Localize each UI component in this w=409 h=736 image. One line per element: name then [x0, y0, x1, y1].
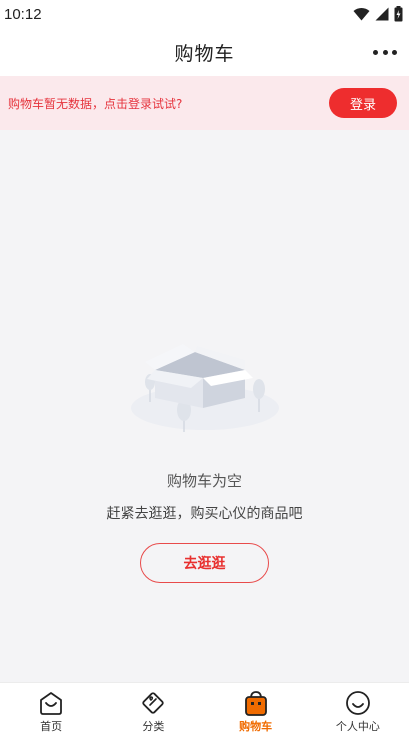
login-button[interactable]: 登录 [329, 88, 397, 118]
tab-category[interactable]: 分类 [102, 683, 204, 736]
login-banner: 购物车暂无数据，点击登录试试? 登录 [0, 76, 409, 130]
more-dot-icon [373, 49, 378, 55]
tab-label: 分类 [142, 720, 165, 733]
more-dot-icon [382, 49, 388, 55]
bottom-tab-bar: 首页 分类 购物车 个人中心 [0, 682, 409, 736]
home-icon [40, 692, 63, 715]
tab-label: 购物车 [239, 720, 273, 733]
empty-cart-subtitle: 赶紧去逛逛，购买心仪的商品吧 [106, 506, 303, 522]
cart-icon [244, 691, 267, 716]
tab-home[interactable]: 首页 [0, 683, 102, 736]
tab-label: 首页 [40, 720, 63, 733]
signal-icon [375, 7, 389, 21]
status-time: 10:12 [4, 5, 42, 23]
empty-cart-state: 购物车为空 赶紧去逛逛，购买心仪的商品吧 去逛逛 [0, 340, 409, 583]
nav-bar: 购物车 [0, 28, 409, 76]
status-bar: 10:12 [0, 0, 409, 28]
wifi-icon [353, 7, 370, 21]
empty-cart-title: 购物车为空 [166, 472, 242, 490]
profile-icon [345, 691, 370, 715]
battery-icon [394, 6, 403, 22]
tab-cart[interactable]: 购物车 [205, 683, 307, 736]
page-title: 购物车 [174, 42, 235, 65]
status-icons [353, 6, 403, 22]
category-icon [142, 692, 165, 714]
empty-box-illustration [130, 344, 279, 432]
more-dot-icon [392, 49, 397, 55]
login-tip-text: 购物车暂无数据，点击登录试试? [8, 96, 183, 111]
tab-profile[interactable]: 个人中心 [307, 683, 409, 736]
tab-label: 个人中心 [335, 720, 380, 733]
more-options-button[interactable] [373, 42, 397, 62]
go-shopping-button[interactable]: 去逛逛 [140, 543, 269, 583]
